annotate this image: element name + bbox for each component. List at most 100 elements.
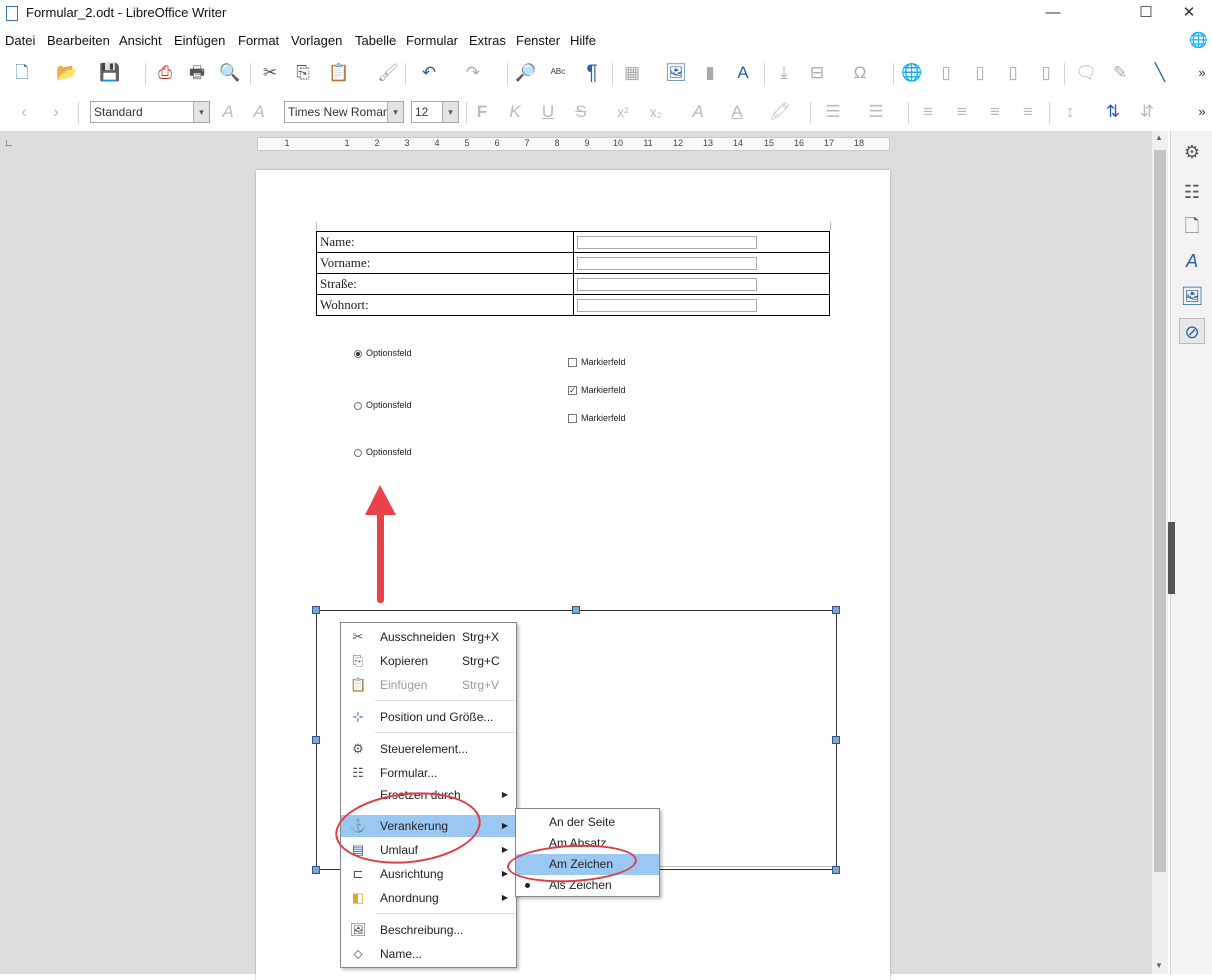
chart-icon[interactable]: ▮ <box>698 61 722 85</box>
font-color-icon[interactable]: A <box>725 100 749 124</box>
spellcheck-icon[interactable]: ᴬᴮᶜ <box>546 61 570 85</box>
page-break-icon[interactable]: ⤓ <box>772 61 796 85</box>
minimize-button[interactable]: — <box>1030 0 1076 28</box>
checkbox-3[interactable]: Markierfeld <box>568 413 626 424</box>
hyperlink-icon[interactable]: 🌐 <box>900 61 924 85</box>
menu-item-paste[interactable]: 📋 Einfügen Strg+V <box>341 674 516 696</box>
menu-item-position-size[interactable]: ⊹ Position und Größe... <box>341 706 516 728</box>
menu-bearbeiten[interactable]: Bearbeiten <box>47 33 110 48</box>
print-preview-icon[interactable]: 🔍 <box>218 61 242 85</box>
text-field-wohnort[interactable] <box>577 298 757 312</box>
resize-handle[interactable] <box>312 606 320 614</box>
strikethrough-button[interactable]: S <box>569 100 593 124</box>
align-right-icon[interactable]: ≡ <box>983 100 1007 124</box>
cut-icon[interactable]: ✂ <box>258 61 282 85</box>
maximize-button[interactable]: ☐ <box>1123 0 1169 28</box>
menu-item-arrange[interactable]: ◧ Anordnung ▶ <box>341 887 516 909</box>
submenu-item-page[interactable]: An der Seite <box>516 812 659 833</box>
resize-handle[interactable] <box>832 606 840 614</box>
new-document-icon[interactable]: 🗋 <box>10 61 34 85</box>
text-field-vorname[interactable] <box>577 256 757 270</box>
menu-item-description[interactable]: 🖼 Beschreibung... <box>341 919 516 941</box>
forward-icon[interactable]: › <box>44 100 68 124</box>
cross-reference-icon[interactable]: ▯ <box>1034 61 1058 85</box>
option-button-2[interactable]: Optionsfeld <box>354 400 412 410</box>
undo-icon[interactable]: ↶ <box>417 61 441 85</box>
endnote-icon[interactable]: ▯ <box>968 61 992 85</box>
underline-button[interactable]: U <box>536 100 560 124</box>
menu-extras[interactable]: Extras <box>469 33 506 48</box>
image-icon[interactable]: 🖼 <box>664 61 688 85</box>
gear-icon[interactable]: ⚙ <box>1179 139 1205 165</box>
resize-handle[interactable] <box>832 736 840 744</box>
new-style-icon[interactable]: A <box>247 100 271 124</box>
align-center-icon[interactable]: ≡ <box>950 100 974 124</box>
textbox-icon[interactable]: A <box>731 61 755 85</box>
menu-ansicht[interactable]: Ansicht <box>119 33 162 48</box>
paragraph-spacing-icon[interactable]: ⇅ <box>1101 100 1125 124</box>
menu-item-copy[interactable]: ⎘ Kopieren Strg+C <box>341 650 516 672</box>
gallery-icon[interactable]: 🖼 <box>1179 283 1205 309</box>
menu-hilfe[interactable]: Hilfe <box>570 33 596 48</box>
paragraph-style-select[interactable]: Standard ▾ <box>90 101 210 123</box>
redo-icon[interactable]: ↷ <box>461 61 485 85</box>
option-button-1[interactable]: Optionsfeld <box>354 348 412 358</box>
menu-formular[interactable]: Formular <box>406 33 458 48</box>
page-icon[interactable]: 🗋 <box>1179 213 1205 239</box>
navigator-icon[interactable]: ⊘ <box>1179 318 1205 344</box>
menu-tabelle[interactable]: Tabelle <box>355 33 396 48</box>
save-icon[interactable]: 💾 <box>98 61 122 85</box>
font-name-select[interactable]: Times New Roman ▾ <box>284 101 404 123</box>
justify-icon[interactable]: ≡ <box>1016 100 1040 124</box>
footnote-icon[interactable]: ▯ <box>934 61 958 85</box>
decrease-spacing-icon[interactable]: ⇵ <box>1135 100 1159 124</box>
close-button[interactable]: ✕ <box>1166 0 1212 28</box>
resize-handle[interactable] <box>572 606 580 614</box>
line-spacing-icon[interactable]: ↕ <box>1058 100 1082 124</box>
globe-icon[interactable]: 🌐 <box>1189 31 1208 49</box>
line-icon[interactable]: ╲ <box>1148 61 1172 85</box>
menu-format[interactable]: Format <box>238 33 279 48</box>
menu-datei[interactable]: Datei <box>5 33 35 48</box>
export-pdf-icon[interactable]: ⎙ <box>153 61 177 85</box>
formatting-marks-icon[interactable]: ¶ <box>580 61 604 85</box>
open-folder-icon[interactable]: 📂 <box>55 61 79 85</box>
menu-item-control[interactable]: ⚙ Steuerelement... <box>341 738 516 760</box>
text-field-name[interactable] <box>577 235 757 249</box>
bookmark-icon[interactable]: ▯ <box>1001 61 1025 85</box>
align-left-icon[interactable]: ≡ <box>916 100 940 124</box>
more-tools-icon[interactable]: » <box>1195 61 1209 85</box>
menu-vorlagen[interactable]: Vorlagen <box>291 33 342 48</box>
paste-icon[interactable]: 📋 <box>327 61 351 85</box>
text-field-strasse[interactable] <box>577 277 757 291</box>
clear-formatting-icon[interactable]: A <box>686 100 710 124</box>
field-icon[interactable]: ⊟ <box>805 61 829 85</box>
checkbox-2[interactable]: ✓ Markierfeld <box>568 385 626 396</box>
numbered-list-icon[interactable]: ☰ <box>864 100 888 124</box>
update-style-icon[interactable]: A <box>216 100 240 124</box>
bullet-list-icon[interactable]: ☰ <box>821 100 845 124</box>
highlight-icon[interactable]: 🖍 <box>768 100 792 124</box>
option-button-3[interactable]: Optionsfeld <box>354 447 412 457</box>
track-changes-icon[interactable]: ✎ <box>1108 61 1132 85</box>
scroll-up-icon[interactable]: ▲ <box>1155 133 1163 142</box>
menu-item-cut[interactable]: ✂ Ausschneiden Strg+X <box>341 626 516 648</box>
resize-handle[interactable] <box>832 866 840 874</box>
menu-fenster[interactable]: Fenster <box>516 33 560 48</box>
more-formatting-icon[interactable]: » <box>1195 100 1209 124</box>
copy-icon[interactable]: ⎘ <box>291 61 315 85</box>
superscript-icon[interactable]: x² <box>611 100 635 124</box>
properties-icon[interactable]: ☷ <box>1179 179 1205 205</box>
checkbox-1[interactable]: Markierfeld <box>568 357 626 368</box>
table-icon[interactable]: ▦ <box>620 61 644 85</box>
font-size-select[interactable]: 12 ▾ <box>411 101 459 123</box>
subscript-icon[interactable]: x₂ <box>644 100 668 124</box>
scrollbar-thumb[interactable] <box>1154 150 1166 872</box>
menu-einfuegen[interactable]: Einfügen <box>174 33 225 48</box>
menu-item-align[interactable]: ⊏ Ausrichtung ▶ <box>341 863 516 885</box>
styles-icon[interactable]: A <box>1179 248 1205 274</box>
resize-handle[interactable] <box>312 736 320 744</box>
sidebar-collapse-handle[interactable] <box>1168 522 1175 594</box>
horizontal-ruler[interactable]: 1 1 2 3 4 5 6 7 8 9 10 11 12 13 14 15 16… <box>257 137 890 151</box>
find-replace-icon[interactable]: 🔎 <box>514 61 538 85</box>
